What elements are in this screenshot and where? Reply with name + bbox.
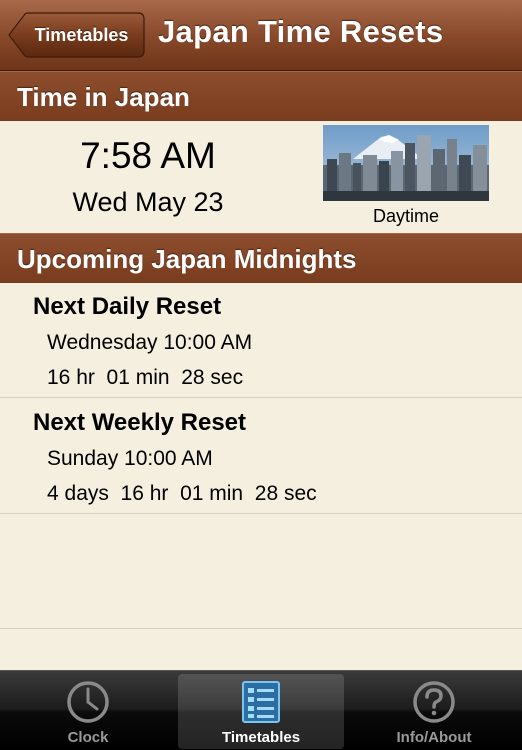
weekly-reset-row: Next Weekly Reset Sunday 10:00 AM 4 days… [0,398,522,514]
daily-reset-row: Next Daily Reset Wednesday 10:00 AM 16 h… [0,282,522,398]
empty-row [0,513,522,629]
weekly-reset-countdown: 4 days 16 hr 01 min 28 sec [47,482,317,505]
tab-timetables[interactable]: Timetables [178,674,344,749]
daily-reset-countdown: 16 hr 01 min 28 sec [47,366,244,389]
weekly-reset-title: Next Weekly Reset [33,409,246,436]
tab-clock-label: Clock [67,729,109,746]
daily-reset-day: Wednesday 10:00 AM [47,331,253,354]
tab-timetables-label: Timetables [221,729,301,746]
section-header-time: Time in Japan [0,71,522,121]
tab-info-about-label: Info/About [396,729,472,746]
weekly-reset-day: Sunday 10:00 AM [47,447,213,470]
tab-info-about[interactable]: Info/About [351,674,517,749]
question-icon [413,681,455,723]
clock-icon [67,681,109,723]
page-title: Japan Time Resets [158,14,444,49]
tab-bar: Clock Timetables Info/About [0,670,522,750]
back-button[interactable]: Timetables [8,12,145,58]
daily-reset-title: Next Daily Reset [33,293,222,320]
daytime-caption: Daytime [372,206,439,226]
section-header-time-label: Time in Japan [17,82,190,112]
back-button-label: Timetables [34,24,129,45]
time-panel: 7:58 AM Wed May 23 Daytime [0,121,522,233]
section-header-midnights-label: Upcoming Japan Midnights [17,244,357,274]
tokyo-skyline-image [323,125,489,201]
section-header-midnights: Upcoming Japan Midnights [0,233,522,283]
japan-time: 7:58 AM [80,135,216,176]
tab-clock[interactable]: Clock [5,674,171,749]
navigation-bar: Timetables Japan Time Resets [0,0,522,71]
list-icon [242,681,280,723]
japan-date: Wed May 23 [72,187,224,217]
